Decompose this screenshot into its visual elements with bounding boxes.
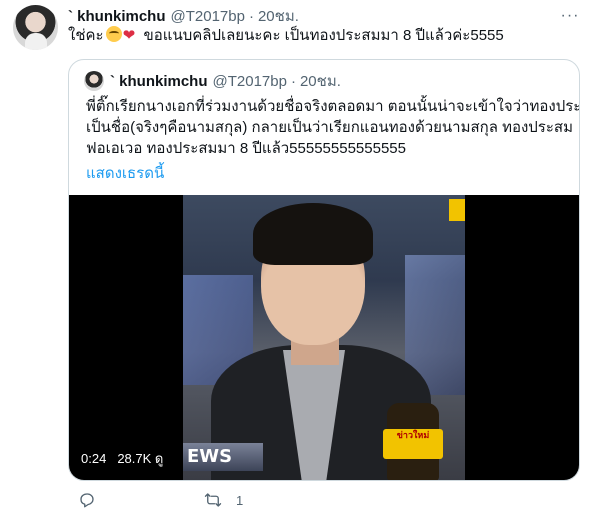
smiling-face-emoji xyxy=(105,26,122,42)
quoted-text-line: เป็นชื่อ(จริงๆคือนามสกุล) กลายเป็นว่าเรี… xyxy=(86,119,573,136)
reply-button[interactable] xyxy=(78,491,96,509)
quoted-avatar xyxy=(84,71,104,91)
author-name[interactable]: ` khunkimchu xyxy=(68,8,166,25)
quoted-separator-dot: · xyxy=(290,72,296,90)
video-player[interactable]: EWS ข่าวใหม่ 0:24 28.7K ดู xyxy=(69,195,579,480)
tweet-text: ใช่คะ ❤ ขอแนบคลิปเลยนะคะ เป็นทองประสมมา 8… xyxy=(68,26,578,46)
tweet-header: ` khunkimchu @T2017bp · 20ชม. xyxy=(68,6,299,26)
quoted-text-line: ฟอเอเวอ ทองประสมมา 8 ปีแล้ว5555555555555… xyxy=(86,140,406,157)
separator-dot: · xyxy=(248,7,254,25)
retweet-count: 1 xyxy=(236,492,244,508)
video-duration: 0:24 xyxy=(81,450,107,466)
video-frame: EWS ข่าวใหม่ xyxy=(183,195,465,480)
quoted-author-name: ` khunkimchu xyxy=(110,72,208,90)
hair xyxy=(253,203,373,265)
retweet-button[interactable]: 1 xyxy=(204,491,243,509)
video-badge: 0:24 28.7K ดู xyxy=(81,448,163,468)
video-views: 28.7K ดู xyxy=(117,450,164,466)
reply-icon xyxy=(80,493,94,508)
tweet-time[interactable]: 20ชม. xyxy=(258,4,299,28)
author-handle[interactable]: @T2017bp xyxy=(171,8,245,25)
tweet[interactable]: ` khunkimchu @T2017bp · 20ชม. ··· ใช่คะ ❤… xyxy=(0,0,591,516)
news-overlay: EWS xyxy=(183,443,263,471)
show-thread-link[interactable]: แสดงเธรดนี้ xyxy=(86,161,164,185)
tweet-text-start: ใช่คะ xyxy=(68,27,104,44)
ellipsis-icon[interactable]: ··· xyxy=(559,5,581,27)
heart-emoji: ❤ xyxy=(122,27,136,44)
channel-logo xyxy=(449,199,465,221)
tweet-text-rest: ขอแนบคลิปเลยนะคะ เป็นทองประสมมา 8 ปีแล้ว… xyxy=(143,27,504,44)
quoted-text-line: พี่ติ๊กเรียกนางเอกที่ร่วมงานด้วยชื่อจริง… xyxy=(86,98,580,115)
quoted-header: ` khunkimchu @T2017bp · 20ชม. xyxy=(110,71,341,91)
quoted-author-handle: @T2017bp xyxy=(212,72,287,90)
retweet-icon xyxy=(204,493,222,507)
quoted-tweet[interactable]: ` khunkimchu @T2017bp · 20ชม. พี่ติ๊กเรี… xyxy=(68,59,580,481)
quoted-text: พี่ติ๊กเรียกนางเอกที่ร่วมงานด้วยชื่อจริง… xyxy=(86,96,580,159)
quoted-time: 20ชม. xyxy=(299,73,341,90)
avatar[interactable] xyxy=(13,5,58,50)
microphone-label: ข่าวใหม่ xyxy=(383,429,443,459)
